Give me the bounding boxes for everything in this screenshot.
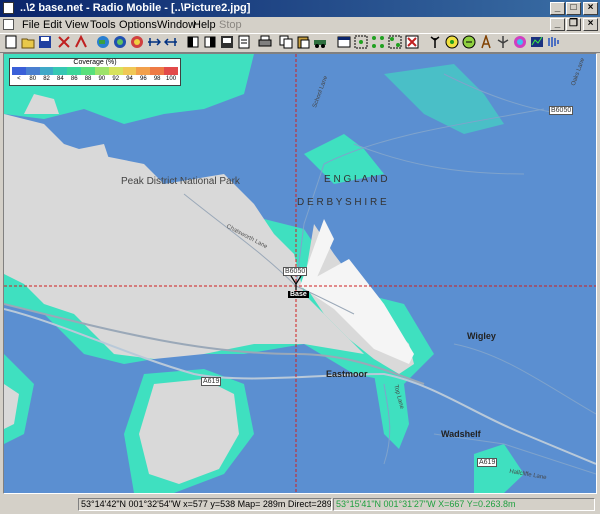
- waves-icon[interactable]: [547, 35, 561, 49]
- zoom-icon[interactable]: [388, 35, 402, 49]
- legend-ticks: < 80 82 84 86 88 90 92 94 96 98 100: [12, 75, 178, 84]
- status-bar: 53°14'42"N 001°32'54"W x=577 y=538 Map= …: [0, 496, 600, 514]
- link-icon[interactable]: [74, 35, 88, 49]
- label-eastmoor: Eastmoor: [326, 369, 368, 379]
- save-picture-icon[interactable]: [220, 35, 234, 49]
- world-icon[interactable]: [113, 35, 127, 49]
- legend-tick: 96: [140, 76, 147, 82]
- merge-icon[interactable]: [164, 35, 178, 49]
- legend-swatch: [81, 67, 95, 75]
- label-a619-left: A619: [201, 377, 222, 386]
- label-england: E N G L A N D: [324, 174, 388, 185]
- legend-tick: 82: [43, 76, 50, 82]
- map-view[interactable]: Peak District National Park E N G L A N …: [3, 53, 597, 494]
- close-button[interactable]: ×: [583, 2, 598, 15]
- toolbar: [0, 33, 600, 53]
- title-bar: ..\2 base.net - Radio Mobile - [..\Pictu…: [0, 0, 600, 17]
- extract-icon[interactable]: [147, 35, 161, 49]
- menu-window[interactable]: Window: [157, 18, 196, 32]
- legend-swatch: [164, 67, 178, 75]
- status-left-coords: 53°14'42"N 001°32'54"W: [81, 499, 181, 509]
- doc-restore-button[interactable]: ❐: [566, 18, 581, 31]
- color-wheel-icon[interactable]: [513, 35, 527, 49]
- network-icon[interactable]: [57, 35, 71, 49]
- legend-tick: 92: [112, 76, 120, 82]
- label-b6050-top: B6050: [549, 106, 574, 115]
- legend-tick: 86: [70, 76, 78, 82]
- menu-bar: File Edit View Tools Options Window Help…: [0, 17, 600, 33]
- legend-tick: 80: [29, 76, 37, 82]
- draw-icon[interactable]: [237, 35, 251, 49]
- colors-icon[interactable]: [130, 35, 144, 49]
- paste-clip-icon[interactable]: [296, 35, 310, 49]
- minimize-button[interactable]: _: [550, 2, 565, 15]
- legend-tick: 90: [98, 76, 106, 82]
- maximize-button[interactable]: □: [566, 2, 581, 15]
- spectrum-icon[interactable]: [530, 35, 544, 49]
- status-right-coords: 53°15'41"N 001°31'27"W X=667 Y=0.263.8m: [333, 498, 595, 511]
- legend-tick: 84: [57, 76, 64, 82]
- save-icon[interactable]: [38, 35, 52, 49]
- legend-tick: 88: [84, 76, 92, 82]
- open-icon[interactable]: [21, 35, 35, 49]
- route-icon[interactable]: [462, 35, 476, 49]
- menu-view[interactable]: View: [65, 18, 89, 32]
- legend-swatch: [12, 67, 26, 75]
- station-label-base[interactable]: Base: [288, 291, 309, 298]
- legend-swatch: [67, 67, 82, 75]
- menu-tools[interactable]: Tools: [90, 18, 116, 32]
- radio-icon[interactable]: [479, 35, 493, 49]
- legend-swatch: [150, 67, 165, 75]
- legend-swatch: [136, 67, 151, 75]
- globe-icon[interactable]: [96, 35, 110, 49]
- label-wadshelf: Wadshelf: [441, 429, 481, 439]
- menu-options[interactable]: Options: [119, 18, 157, 32]
- menu-stop: Stop: [219, 19, 242, 31]
- legend-swatch: [39, 67, 54, 75]
- label-wigley: Wigley: [467, 331, 496, 341]
- paste-icon[interactable]: [203, 35, 217, 49]
- label-peak-district: Peak District National Park: [121, 176, 240, 187]
- app-icon[interactable]: [3, 2, 14, 14]
- legend-swatch: [53, 67, 68, 75]
- legend-tick: 94: [126, 76, 133, 82]
- coverage-legend: Coverage (%) < 80 82 84 86 88 90 92 94 9…: [9, 58, 181, 86]
- legend-swatch: [122, 67, 137, 75]
- tower-icon[interactable]: [496, 35, 510, 49]
- copy-clip-icon[interactable]: [279, 35, 293, 49]
- status-measure: x=577 y=538 Map= 289m Direct=289.72m: [183, 499, 332, 509]
- label-b6050-mid: B6050: [283, 267, 308, 276]
- new-icon[interactable]: [4, 35, 18, 49]
- status-cursor-position: 53°14'42"N 001°32'54"W x=577 y=538 Map= …: [78, 498, 332, 511]
- legend-swatch: [25, 67, 40, 75]
- legend-tick: 98: [153, 76, 161, 82]
- frame-icon[interactable]: [337, 35, 351, 49]
- menu-file[interactable]: File: [22, 18, 40, 32]
- legend-title: Coverage (%): [73, 59, 117, 66]
- legend-color-bar: [12, 67, 178, 75]
- doc-minimize-button[interactable]: _: [550, 18, 565, 31]
- document-icon[interactable]: [3, 19, 14, 30]
- window-title: ..\2 base.net - Radio Mobile - [..\Pictu…: [20, 2, 251, 14]
- label-a619-right: A619: [477, 458, 498, 467]
- legend-tick: 100: [166, 76, 177, 82]
- vehicle-icon[interactable]: [313, 35, 327, 49]
- legend-swatch: [108, 67, 123, 75]
- grid-icon[interactable]: [354, 35, 368, 49]
- delete-icon[interactable]: [405, 35, 419, 49]
- label-derbyshire: D E R B Y S H I R E: [297, 197, 387, 208]
- legend-tick: <: [17, 76, 21, 82]
- print-icon[interactable]: [258, 35, 272, 49]
- copy-icon[interactable]: [186, 35, 200, 49]
- coverage-icon[interactable]: [445, 35, 459, 49]
- menu-help[interactable]: Help: [193, 18, 216, 32]
- doc-close-button[interactable]: ×: [583, 18, 598, 31]
- menu-edit[interactable]: Edit: [43, 18, 62, 32]
- points-icon[interactable]: [371, 35, 385, 49]
- antenna-icon[interactable]: [428, 35, 442, 49]
- legend-swatch: [94, 67, 109, 75]
